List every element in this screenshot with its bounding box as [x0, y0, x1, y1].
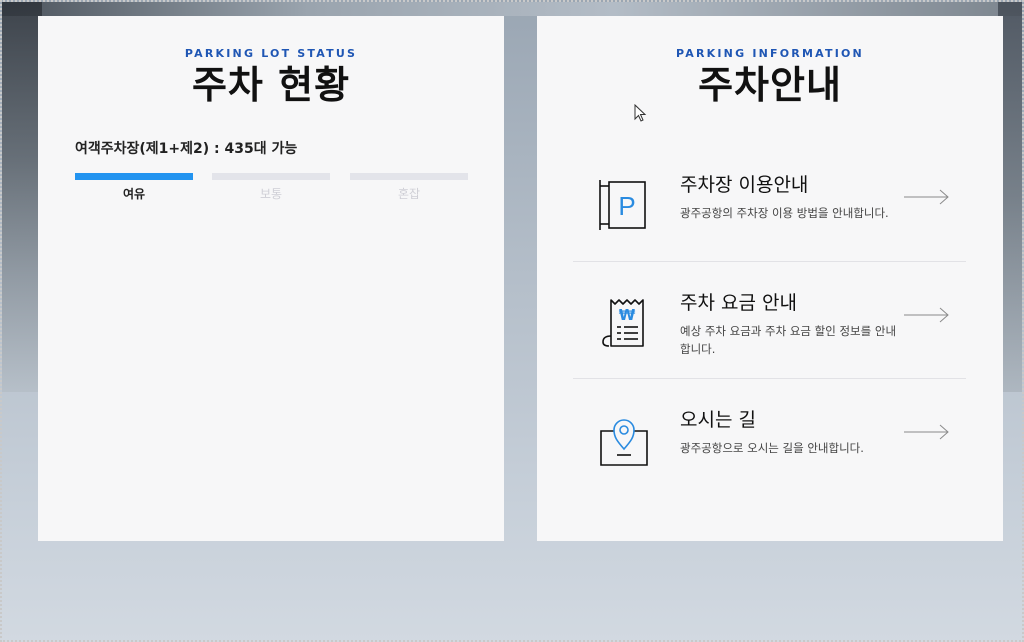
arrow-right-icon[interactable]	[904, 424, 950, 440]
congestion-bar-busy	[350, 173, 468, 180]
won-receipt-icon: ₩	[602, 299, 644, 347]
svg-text:₩: ₩	[619, 306, 636, 324]
arrow-right-icon[interactable]	[904, 189, 950, 205]
arrow-right-icon[interactable]	[904, 307, 950, 323]
parking-info-title: 주차안내	[698, 63, 842, 107]
parking-fee-guide-desc: 예상 주차 요금과 주차 요금 할인 정보를 안내합니다.	[680, 324, 897, 356]
parking-sign-icon: P	[599, 180, 646, 230]
parking-info-eyebrow: PARKING INFORMATION	[676, 47, 864, 60]
svg-text:P: P	[618, 191, 635, 221]
parking-status-title: 주차 현황	[191, 63, 351, 107]
parking-info-card: PARKING INFORMATION 주차안내 P 주차장 이용안내 광주공항…	[537, 16, 1003, 541]
directions-link[interactable]: 오시는 길 광주공항으로 오시는 길을 안내합니다.	[573, 378, 966, 496]
congestion-level-low: 여유	[75, 173, 193, 202]
congestion-bar-low	[75, 173, 193, 180]
congestion-level-busy: 혼잡	[350, 173, 468, 202]
location-map-icon	[600, 419, 648, 466]
congestion-label-low: 여유	[122, 187, 146, 201]
parking-usage-guide-title: 주차장 이용안내	[680, 174, 809, 196]
congestion-label-busy: 혼잡	[397, 187, 421, 201]
background-image-left	[2, 2, 42, 392]
parking-status-eyebrow: PARKING LOT STATUS	[184, 47, 358, 60]
parking-usage-guide-desc: 광주공항의 주차장 이용 방법을 안내합니다.	[680, 206, 889, 220]
parking-status-card: PARKING LOT STATUS 주차 현황 여객주차장(제1+제2) : …	[38, 16, 504, 541]
parking-fee-guide-link[interactable]: ₩ 주차 요금 안내 예상 주차 요금과 주차 요금 할인 정보를 안내합니다.	[573, 261, 966, 379]
parking-fee-guide-title: 주차 요금 안내	[680, 292, 797, 314]
directions-title: 오시는 길	[680, 409, 756, 431]
parking-usage-guide-link[interactable]: P 주차장 이용안내 광주공항의 주차장 이용 방법을 안내합니다.	[573, 144, 966, 261]
mouse-cursor-icon	[634, 104, 647, 122]
background-image-top	[2, 2, 1022, 16]
congestion-label-normal: 보통	[259, 187, 283, 201]
congestion-bar-normal	[212, 173, 330, 180]
directions-desc: 광주공항으로 오시는 길을 안내합니다.	[680, 441, 864, 455]
congestion-level-normal: 보통	[212, 173, 330, 202]
lot-availability-label: 여객주차장(제1+제2) : 435대 가능	[75, 141, 298, 157]
